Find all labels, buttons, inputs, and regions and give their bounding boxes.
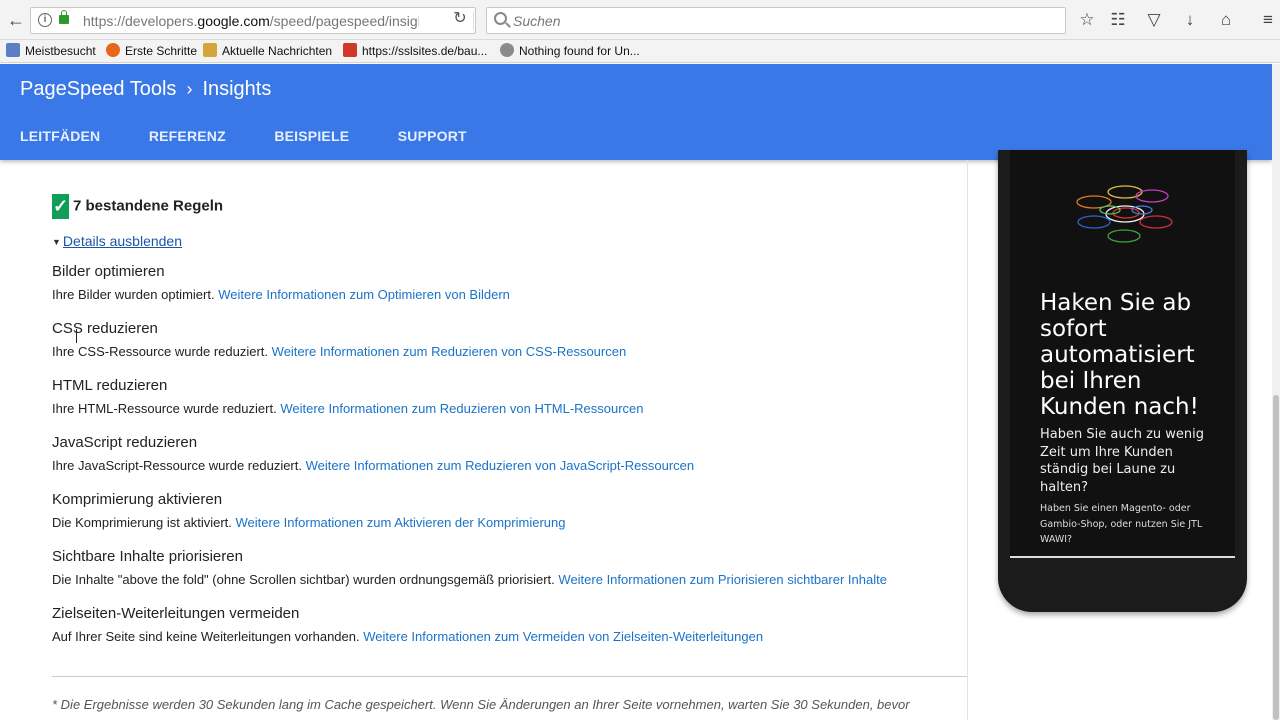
rule-description: Die Inhalte "above the fold" (ohne Scrol… bbox=[52, 572, 887, 587]
passed-rules-heading: ✓ 7 bestandene Regeln bbox=[52, 194, 223, 219]
column-divider bbox=[967, 160, 968, 720]
rule-title: CSS reduzieren bbox=[52, 320, 158, 337]
bookmark-item[interactable]: Nothing found for Un... bbox=[500, 43, 640, 60]
hide-details-link[interactable]: ▼ Details ausblenden bbox=[52, 233, 182, 249]
rule-info-link[interactable]: Weitere Informationen zum Reduzieren von… bbox=[272, 344, 627, 359]
colorful-logo-icon bbox=[1076, 185, 1173, 243]
pocket-icon[interactable]: ▽ bbox=[1143, 9, 1165, 31]
rule-info-link[interactable]: Weitere Informationen zum Vermeiden von … bbox=[363, 629, 763, 644]
mobile-headline: Haken Sie ab sofort automatisiert bei Ih… bbox=[1040, 290, 1199, 420]
url-text[interactable]: https://developers.google.com/speed/page… bbox=[83, 13, 419, 29]
rule-title: Bilder optimieren bbox=[52, 263, 165, 280]
rule-description: Ihre CSS-Ressource wurde reduziert. Weit… bbox=[52, 344, 627, 359]
rule-title: HTML reduzieren bbox=[52, 377, 168, 394]
search-placeholder: Suchen bbox=[513, 13, 561, 29]
bookmark-item[interactable]: Aktuelle Nachrichten bbox=[203, 43, 332, 60]
rule-item: Komprimierung aktivieren Die Komprimieru… bbox=[52, 491, 967, 530]
breadcrumb-insights[interactable]: Insights bbox=[202, 78, 271, 100]
text-cursor-icon bbox=[76, 329, 78, 343]
rule-info-link[interactable]: Weitere Informationen zum Priorisieren s… bbox=[558, 572, 887, 587]
rule-info-link[interactable]: Weitere Informationen zum Optimieren von… bbox=[218, 287, 510, 302]
rule-description: Ihre Bilder wurden optimiert. Weitere In… bbox=[52, 287, 510, 302]
menu-icon[interactable]: ≡ bbox=[1257, 9, 1279, 31]
rule-title: Komprimierung aktivieren bbox=[52, 491, 223, 508]
rule-item: Bilder optimieren Ihre Bilder wurden opt… bbox=[52, 263, 967, 302]
info-icon[interactable]: i bbox=[38, 13, 52, 27]
download-icon[interactable]: ↓ bbox=[1179, 9, 1201, 31]
magento-icon bbox=[343, 43, 357, 57]
reload-icon[interactable]: ↻ bbox=[449, 8, 471, 30]
globe-icon bbox=[500, 43, 514, 57]
mobile-preview: Haken Sie ab sofort automatisiert bei Ih… bbox=[998, 150, 1247, 612]
chevron-right-icon: › bbox=[186, 79, 193, 99]
bookmark-folder-icon bbox=[6, 43, 20, 57]
lock-icon bbox=[59, 10, 69, 24]
bookmark-item[interactable]: https://sslsites.de/bau... bbox=[343, 43, 487, 60]
breadcrumb: PageSpeed Tools › Insights bbox=[20, 78, 271, 101]
rule-item: Zielseiten-Weiterleitungen vermeiden Auf… bbox=[52, 605, 967, 644]
bookmark-item[interactable]: Erste Schritte bbox=[106, 43, 197, 60]
rule-item: CSS reduzieren Ihre CSS-Ressource wurde … bbox=[52, 320, 967, 359]
news-folder-icon bbox=[203, 43, 217, 57]
nav-tabs: LEITFÄDEN REFERENZ BEISPIELE SUPPORT bbox=[20, 128, 511, 148]
rule-description: Ihre HTML-Ressource wurde reduziert. Wei… bbox=[52, 401, 644, 416]
rule-info-link[interactable]: Weitere Informationen zum Reduzieren von… bbox=[306, 458, 695, 473]
rule-info-link[interactable]: Weitere Informationen zum Aktivieren der… bbox=[236, 515, 566, 530]
tab-support[interactable]: SUPPORT bbox=[398, 128, 467, 144]
rule-item: JavaScript reduzieren Ihre JavaScript-Re… bbox=[52, 434, 967, 473]
star-icon[interactable]: ☆ bbox=[1076, 9, 1098, 31]
rule-title: JavaScript reduzieren bbox=[52, 434, 198, 451]
rule-title: Sichtbare Inhalte priorisieren bbox=[52, 548, 243, 565]
browser-toolbar: ← i https://developers.google.com/speed/… bbox=[0, 0, 1280, 40]
mobile-small-text: Haben Sie einen Magento- oder Gambio-Sho… bbox=[1040, 503, 1203, 545]
page-header: PageSpeed Tools › Insights LEITFÄDEN REFER… bbox=[0, 64, 1272, 160]
rule-description: Auf Ihrer Seite sind keine Weiterleitung… bbox=[52, 629, 764, 644]
reading-list-icon[interactable]: ☷ bbox=[1107, 9, 1129, 31]
breadcrumb-pagespeed-tools[interactable]: PageSpeed Tools bbox=[20, 78, 176, 100]
tab-beispiele[interactable]: BEISPIELE bbox=[274, 128, 349, 144]
divider bbox=[52, 676, 967, 677]
mobile-screen: Haken Sie ab sofort automatisiert bei Ih… bbox=[1010, 150, 1235, 558]
rule-description: Die Komprimierung ist aktiviert. Weitere… bbox=[52, 515, 566, 530]
cache-footnote: * Die Ergebnisse werden 30 Sekunden lang… bbox=[52, 697, 910, 712]
bookmarks-bar: Meistbesucht Erste Schritte Aktuelle Nac… bbox=[0, 40, 1280, 63]
rule-item: Sichtbare Inhalte priorisieren Die Inhal… bbox=[52, 548, 967, 587]
search-icon bbox=[494, 12, 507, 25]
rule-description: Ihre JavaScript-Ressource wurde reduzier… bbox=[52, 458, 695, 473]
firefox-icon bbox=[106, 43, 120, 57]
mobile-separator bbox=[1010, 556, 1235, 558]
home-icon[interactable]: ⌂ bbox=[1215, 9, 1237, 31]
url-bar[interactable]: i https://developers.google.com/speed/pa… bbox=[30, 7, 476, 34]
mobile-subline: Haben Sie auch zu wenig Zeit um Ihre Kun… bbox=[1040, 427, 1205, 495]
triangle-down-icon: ▼ bbox=[52, 237, 61, 247]
search-input[interactable]: Suchen bbox=[486, 7, 1066, 34]
rule-title: Zielseiten-Weiterleitungen vermeiden bbox=[52, 605, 300, 622]
rule-info-link[interactable]: Weitere Informationen zum Reduzieren von… bbox=[280, 401, 643, 416]
page-scrollbar-thumb[interactable] bbox=[1273, 395, 1279, 720]
bookmark-item[interactable]: Meistbesucht bbox=[6, 43, 96, 60]
checkmark-icon: ✓ bbox=[52, 194, 69, 219]
back-icon[interactable]: ← bbox=[4, 8, 28, 32]
results-panel: ✓ 7 bestandene Regeln ▼ Details ausblenden… bbox=[52, 160, 967, 720]
rule-item: HTML reduzieren Ihre HTML-Ressource wurd… bbox=[52, 377, 967, 416]
tab-referenz[interactable]: REFERENZ bbox=[149, 128, 226, 144]
tab-leitfaeden[interactable]: LEITFÄDEN bbox=[20, 128, 100, 144]
